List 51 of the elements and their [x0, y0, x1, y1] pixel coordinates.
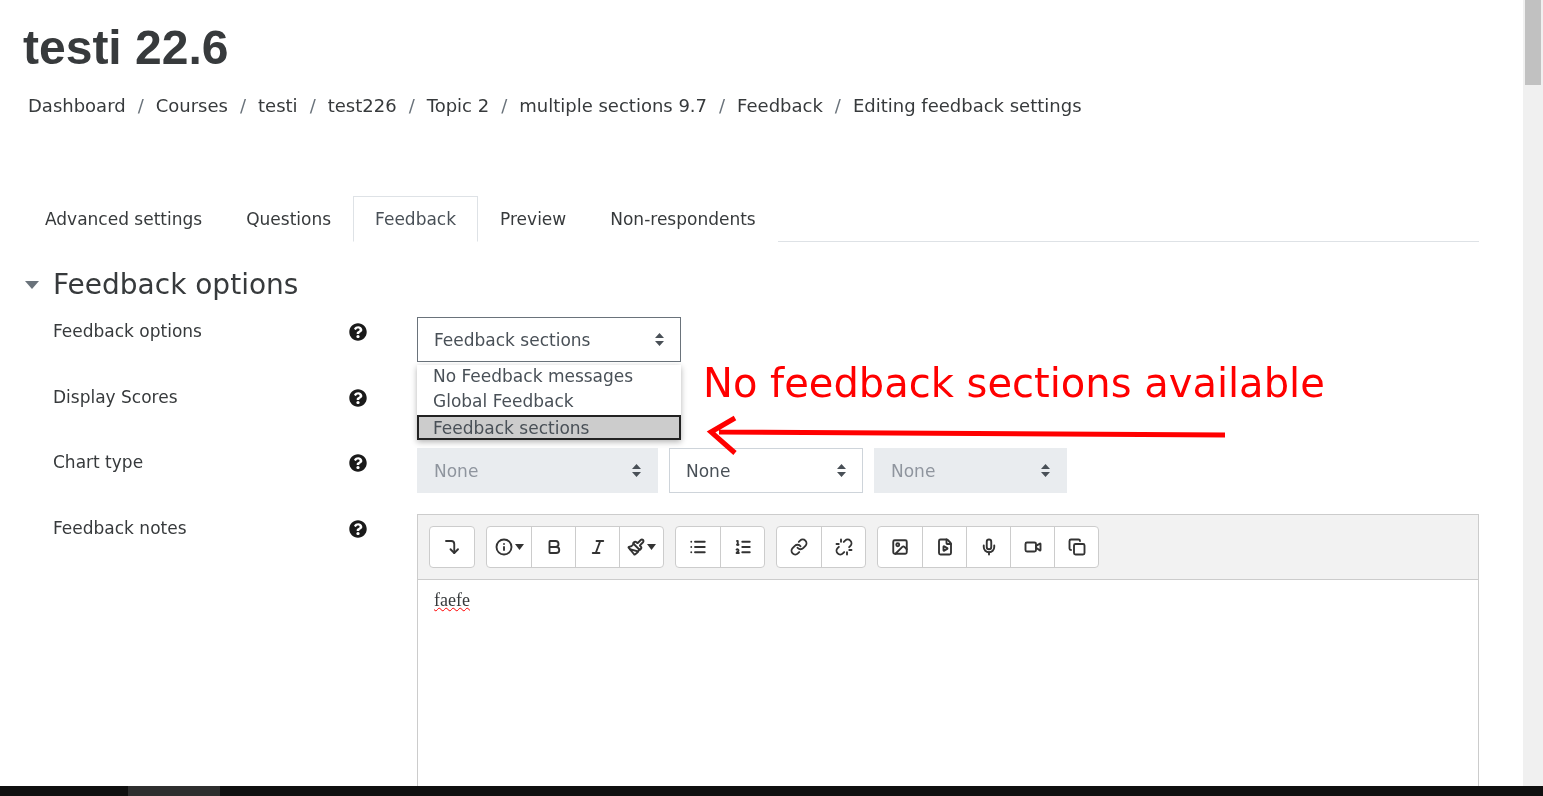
help-icon[interactable]	[349, 454, 367, 472]
breadcrumb-separator: /	[408, 95, 415, 116]
breadcrumb-link[interactable]: multiple sections 9.7	[519, 95, 708, 116]
collapse-caret-icon[interactable]	[23, 278, 41, 291]
dropdown-option[interactable]: Feedback sections	[417, 415, 681, 440]
help-icon[interactable]	[349, 389, 367, 407]
image-icon	[891, 538, 909, 556]
dropdown-option[interactable]: Global Feedback	[417, 390, 681, 415]
sort-arrows-icon	[632, 464, 641, 477]
brush-icon	[627, 538, 645, 556]
annotation-text: No feedback sections available	[703, 360, 1325, 406]
info-icon	[494, 538, 513, 556]
breadcrumb-separator: /	[834, 95, 841, 116]
sort-arrows-icon	[655, 333, 664, 346]
breadcrumb-separator: /	[501, 95, 508, 116]
sort-arrows-icon	[837, 464, 846, 477]
breadcrumb-separator: /	[137, 95, 144, 116]
help-icon[interactable]	[349, 323, 367, 341]
breadcrumb-link[interactable]: testi	[258, 95, 298, 116]
caret-icon	[514, 544, 524, 550]
breadcrumb-link[interactable]: test226	[327, 95, 397, 116]
field-label: Feedback notes	[52, 517, 188, 538]
bullet-list-icon	[689, 538, 707, 556]
editor-text: faefe	[434, 590, 470, 610]
section-title: Feedback options	[53, 268, 299, 301]
select-field[interactable]: Feedback sections	[417, 317, 681, 362]
breadcrumb-link[interactable]: Courses	[155, 95, 228, 116]
help-icon[interactable]	[349, 520, 367, 538]
sort-arrows-icon	[1041, 464, 1050, 477]
breadcrumb-separator: /	[239, 95, 247, 116]
breadcrumb-link[interactable]: Editing feedback settings	[852, 95, 1082, 116]
breadcrumb-link[interactable]: Dashboard	[28, 95, 126, 116]
breadcrumb-link[interactable]: Topic 2	[426, 95, 490, 116]
field-label: Display Scores	[52, 386, 179, 407]
field-label: Feedback options	[52, 320, 203, 341]
copy-icon	[1067, 538, 1086, 556]
select-field[interactable]: None	[669, 448, 863, 493]
link-icon	[790, 538, 808, 556]
field-label: Chart type	[52, 451, 145, 472]
breadcrumb-separator: /	[719, 95, 726, 116]
tab[interactable]: Feedback	[353, 196, 479, 242]
dropdown-option[interactable]: No Feedback messages	[417, 365, 681, 390]
scrollbar[interactable]	[1523, 0, 1543, 786]
unlink-icon	[834, 538, 853, 556]
numbered-list-icon	[733, 538, 752, 556]
video-file-icon	[935, 538, 954, 556]
page-title: testi 22.6	[23, 20, 230, 75]
breadcrumb-link[interactable]: Feedback	[737, 95, 823, 116]
insert-icon	[443, 538, 461, 556]
breadcrumb-separator: /	[309, 95, 316, 116]
caret-icon	[647, 544, 656, 550]
